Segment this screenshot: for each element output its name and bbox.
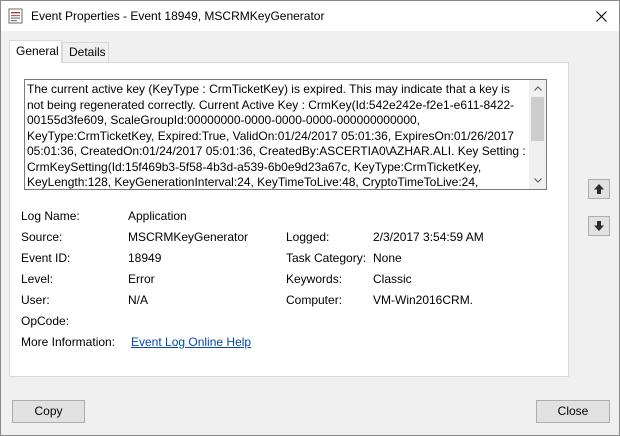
description-textbox[interactable]: The current active key (KeyType : CrmTic… [24,79,547,190]
description-scrollbar[interactable] [529,80,546,189]
close-icon [595,10,607,22]
arrow-up-icon [594,184,604,194]
computer-label: Computer: [286,293,343,307]
window-close-button[interactable] [583,1,619,31]
task-category-label: Task Category: [286,251,367,265]
source-value: MSCRMKeyGenerator [128,230,249,244]
task-category-value: None [373,251,402,265]
opcode-label: OpCode: [21,314,70,328]
event-log-online-help-link[interactable]: Event Log Online Help [131,335,251,349]
logged-value: 2/3/2017 3:54:59 AM [373,230,484,244]
chevron-up-icon [533,86,542,91]
user-value: N/A [128,293,149,307]
tab-general-label: General [16,44,59,58]
tab-details-label: Details [69,45,106,59]
description-text: The current active key (KeyType : CrmTic… [27,82,526,189]
window-title: Event Properties - Event 18949, MSCRMKey… [31,9,325,23]
arrow-down-icon [594,221,604,231]
previous-event-button[interactable] [588,179,610,199]
next-event-button[interactable] [588,216,610,236]
log-name-label: Log Name: [21,209,80,223]
computer-value: VM-Win2016CRM. [373,293,474,307]
logged-label: Logged: [286,230,330,244]
scroll-thumb[interactable] [531,97,544,141]
event-id-value: 18949 [128,251,162,265]
tab-details[interactable]: Details [62,42,109,62]
scroll-down-button[interactable] [529,172,546,189]
close-button[interactable]: Close [536,400,610,423]
keywords-value: Classic [373,272,412,286]
title-bar: Event Properties - Event 18949, MSCRMKey… [1,1,619,31]
keywords-label: Keywords: [286,272,343,286]
scroll-up-button[interactable] [529,80,546,97]
user-label: User: [21,293,50,307]
log-name-value: Application [128,209,187,223]
more-information-label: More Information: [21,335,116,349]
source-label: Source: [21,230,63,244]
tab-general[interactable]: General [9,40,62,63]
general-panel: The current active key (KeyType : CrmTic… [9,62,569,377]
level-value: Error [128,272,155,286]
event-viewer-icon [8,8,23,24]
event-id-label: Event ID: [21,251,71,265]
chevron-down-icon [533,178,542,183]
copy-button[interactable]: Copy [12,400,85,423]
event-properties-window: Event Properties - Event 18949, MSCRMKey… [0,0,620,436]
level-label: Level: [21,272,54,286]
